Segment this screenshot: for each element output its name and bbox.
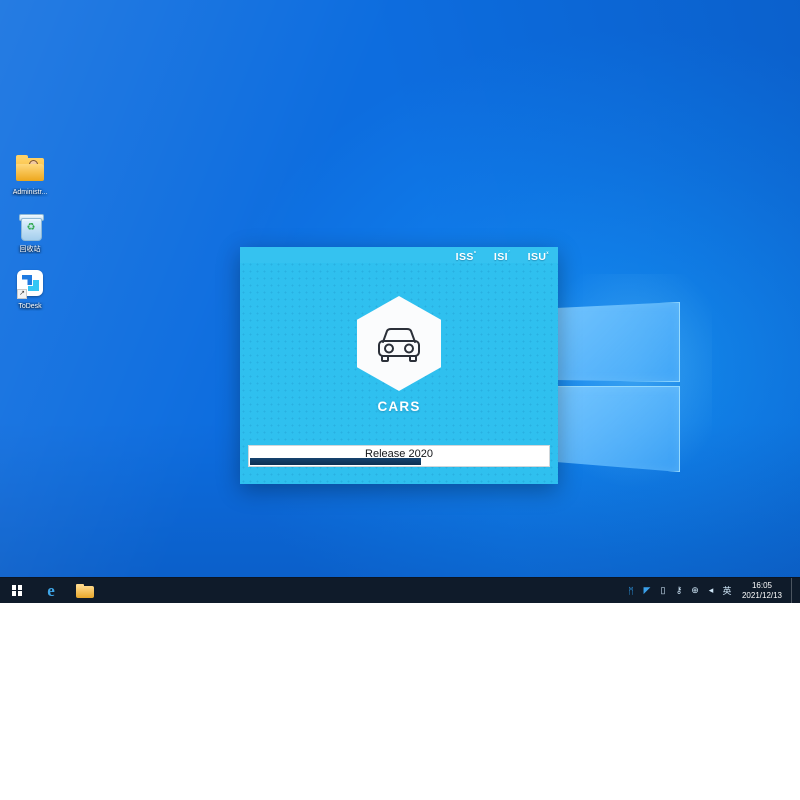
taskbar-clock[interactable]: 16:05 2021/12/13 bbox=[735, 578, 791, 603]
system-tray[interactable]: ᛗ ◤ ▯ ⚷ ⊕ ◂ 英 16:05 2021/12/13 bbox=[623, 578, 800, 603]
start-button[interactable] bbox=[0, 578, 34, 603]
todesk-tray-icon[interactable]: ◤ bbox=[639, 578, 655, 603]
desktop-icon-todesk[interactable]: ↗ ToDesk bbox=[2, 267, 58, 311]
taskbar-item-file-explorer[interactable] bbox=[68, 578, 102, 603]
desktop-icon-administrator[interactable]: Administr... bbox=[2, 153, 58, 197]
ime-language-icon[interactable]: 英 bbox=[719, 578, 735, 603]
cars-splash-window[interactable]: ISS° ISI´ ISUˣ CARS Release 2020 bbox=[240, 247, 558, 484]
todesk-icon: ↗ bbox=[14, 267, 46, 299]
usb-safely-remove-icon[interactable]: ⚷ bbox=[671, 578, 687, 603]
desktop-icon-label: Administr... bbox=[12, 189, 48, 196]
folder-icon bbox=[76, 583, 94, 598]
wallpaper-pane-top bbox=[556, 302, 680, 382]
desktop-icon-recycle-bin[interactable]: ♻ 回收站 bbox=[2, 210, 58, 254]
taskbar[interactable]: e ᛗ ◤ ▯ ⚷ ⊕ ◂ 英 16:05 2021/12/13 bbox=[0, 577, 800, 603]
desktop-icon-label: 回收站 bbox=[19, 246, 41, 253]
volume-icon[interactable]: ◂ bbox=[703, 578, 719, 603]
brand-isi: ISI´ bbox=[493, 251, 511, 263]
windows-logo-icon bbox=[11, 585, 23, 596]
bluetooth-icon[interactable]: ᛗ bbox=[623, 578, 639, 603]
screenshot-canvas: Administr... ♻ 回收站 ↗ ToDesk ISS° ISI´ IS… bbox=[0, 0, 800, 800]
wallpaper-pane-bottom bbox=[556, 386, 680, 472]
brand-isu: ISUˣ bbox=[527, 251, 549, 263]
ie-icon: e bbox=[47, 581, 55, 600]
battery-icon[interactable]: ▯ bbox=[655, 578, 671, 603]
user-folder-icon bbox=[14, 153, 46, 185]
logo-hexagon-wrap bbox=[357, 296, 441, 391]
show-desktop-button[interactable] bbox=[791, 578, 797, 603]
windows-desktop[interactable]: Administr... ♻ 回收站 ↗ ToDesk ISS° ISI´ IS… bbox=[0, 0, 800, 603]
splash-product-title: CARS bbox=[377, 399, 421, 414]
clock-time: 16:05 bbox=[751, 580, 773, 590]
brand-marks: ISS° ISI´ ISUˣ bbox=[442, 251, 549, 263]
taskbar-left-group: e bbox=[0, 578, 102, 603]
network-icon[interactable]: ⊕ bbox=[687, 578, 703, 603]
brand-iss: ISS° bbox=[455, 251, 477, 263]
splash-progress-fill bbox=[250, 458, 421, 465]
splash-progress-bar: Release 2020 bbox=[248, 445, 550, 467]
recycle-bin-icon: ♻ bbox=[14, 210, 46, 242]
clock-date: 2021/12/13 bbox=[741, 590, 783, 600]
car-front-hexagon-icon bbox=[357, 296, 441, 391]
wallpaper-windows-logo bbox=[522, 274, 712, 504]
desktop-icon-label: ToDesk bbox=[18, 303, 42, 310]
taskbar-item-internet-explorer[interactable]: e bbox=[34, 578, 68, 603]
